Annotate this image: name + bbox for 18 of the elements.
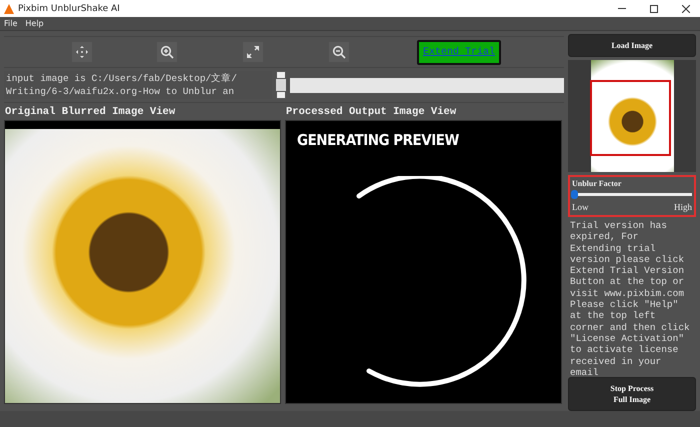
slider-label: Unblur Factor	[572, 179, 622, 188]
maximize-icon[interactable]	[650, 4, 658, 12]
view-title: Original Blurred Image View	[4, 104, 176, 120]
close-icon[interactable]	[682, 4, 690, 12]
menu-item[interactable]: File	[4, 19, 18, 28]
menu-item[interactable]: Help	[25, 19, 44, 28]
scrollbar[interactable]	[276, 71, 286, 99]
high-label: High	[674, 202, 692, 212]
view-title: Processed Output Image View	[285, 104, 458, 120]
slider-thumb[interactable]	[571, 190, 578, 199]
low-label: Low	[572, 202, 588, 212]
app-logo-icon	[4, 4, 14, 14]
selection-rectangle[interactable]	[590, 80, 671, 156]
stop-process-button[interactable]: Stop Process Full Image	[568, 377, 696, 411]
load-image-button[interactable]: Load Image	[568, 34, 696, 57]
preview-status-text: GENERATING PREVIEW	[297, 131, 459, 149]
window-title: Pixbim UnblurShake AI	[18, 4, 120, 14]
trial-message: Trial version has expired, For Extending trial version please click Extend Trial Version Button at the top or visit www.pixbim.com Please click "Help" at the top left corner and then click "License Activation" to activate license received in your email	[569, 220, 691, 374]
